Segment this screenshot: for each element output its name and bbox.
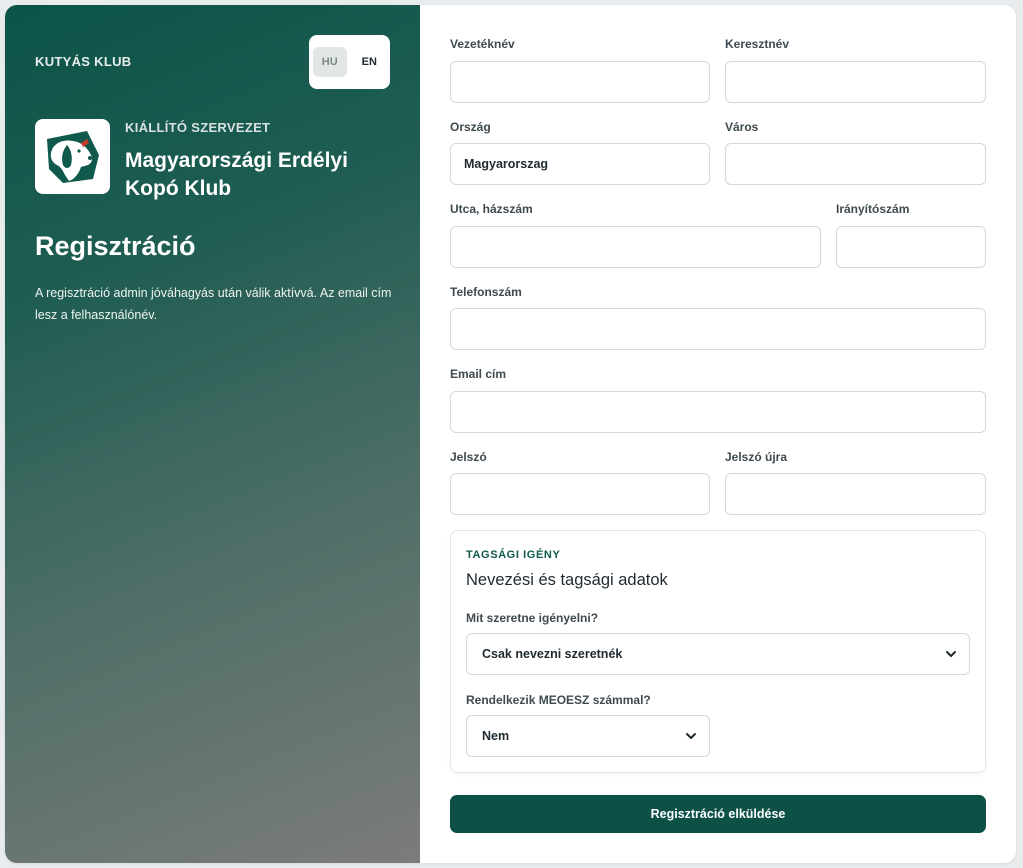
language-switcher: HU EN [309, 35, 390, 89]
last-name-label: Vezetéknév [450, 37, 515, 51]
club-logo [35, 119, 110, 194]
password-field[interactable] [450, 473, 710, 515]
organization-label: KIÁLLÍTÓ SZERVEZET [125, 120, 271, 135]
language-en-button[interactable]: EN [353, 47, 387, 77]
registration-card: KUTYÁS KLUB HU EN KIÁLLÍTÓ SZERVEZET Mag… [5, 5, 1016, 863]
password-again-label: Jelszó újra [725, 450, 788, 464]
meoesz-value: Nem [482, 729, 510, 743]
meoesz-label: Rendelkezik MEOESZ számmal? [466, 693, 651, 707]
request-type-select[interactable]: Csak nevezni szeretnék [466, 633, 970, 675]
first-name-field[interactable] [725, 61, 986, 103]
request-type-label: Mit szeretne igényelni? [466, 611, 599, 625]
chevron-down-icon [686, 733, 696, 739]
zip-field[interactable] [836, 226, 986, 268]
email-label: Email cím [450, 367, 507, 381]
dog-head-icon [40, 124, 105, 189]
chevron-down-icon [946, 651, 956, 657]
registration-form: Vezetéknév Keresztnév Ország Város Utca,… [420, 5, 1016, 863]
page-title: Regisztráció [35, 231, 196, 261]
brand-name: KUTYÁS KLUB [35, 54, 132, 69]
info-panel: KUTYÁS KLUB HU EN KIÁLLÍTÓ SZERVEZET Mag… [5, 5, 420, 863]
organization-name: Magyarországi Erdélyi Kopó Klub [125, 149, 348, 200]
membership-section-title: Nevezési és tagsági adatok [466, 571, 668, 589]
phone-field[interactable] [450, 308, 986, 350]
city-field[interactable] [725, 143, 986, 185]
language-hu-button[interactable]: HU [313, 47, 347, 77]
street-field[interactable] [450, 226, 821, 268]
submit-registration-button[interactable]: Regisztráció elküldése [450, 795, 986, 833]
zip-label: Irányítószám [836, 202, 910, 216]
password-label: Jelszó [450, 450, 487, 464]
phone-label: Telefonszám [450, 285, 522, 299]
password-again-field[interactable] [725, 473, 986, 515]
meoesz-select[interactable]: Nem [466, 715, 710, 757]
membership-section-label: TAGSÁGI IGÉNY [466, 549, 561, 561]
first-name-label: Keresztnév [725, 37, 790, 51]
membership-section: TAGSÁGI IGÉNY Nevezési és tagsági adatok… [450, 530, 986, 773]
request-type-value: Csak nevezni szeretnék [482, 647, 623, 661]
country-label: Ország [450, 120, 491, 134]
city-label: Város [725, 120, 759, 134]
page-description: A regisztráció admin jóváhagyás után vál… [35, 286, 392, 322]
last-name-field[interactable] [450, 61, 710, 103]
email-field[interactable] [450, 391, 986, 433]
country-field[interactable] [450, 143, 710, 185]
street-label: Utca, házszám [450, 202, 533, 216]
